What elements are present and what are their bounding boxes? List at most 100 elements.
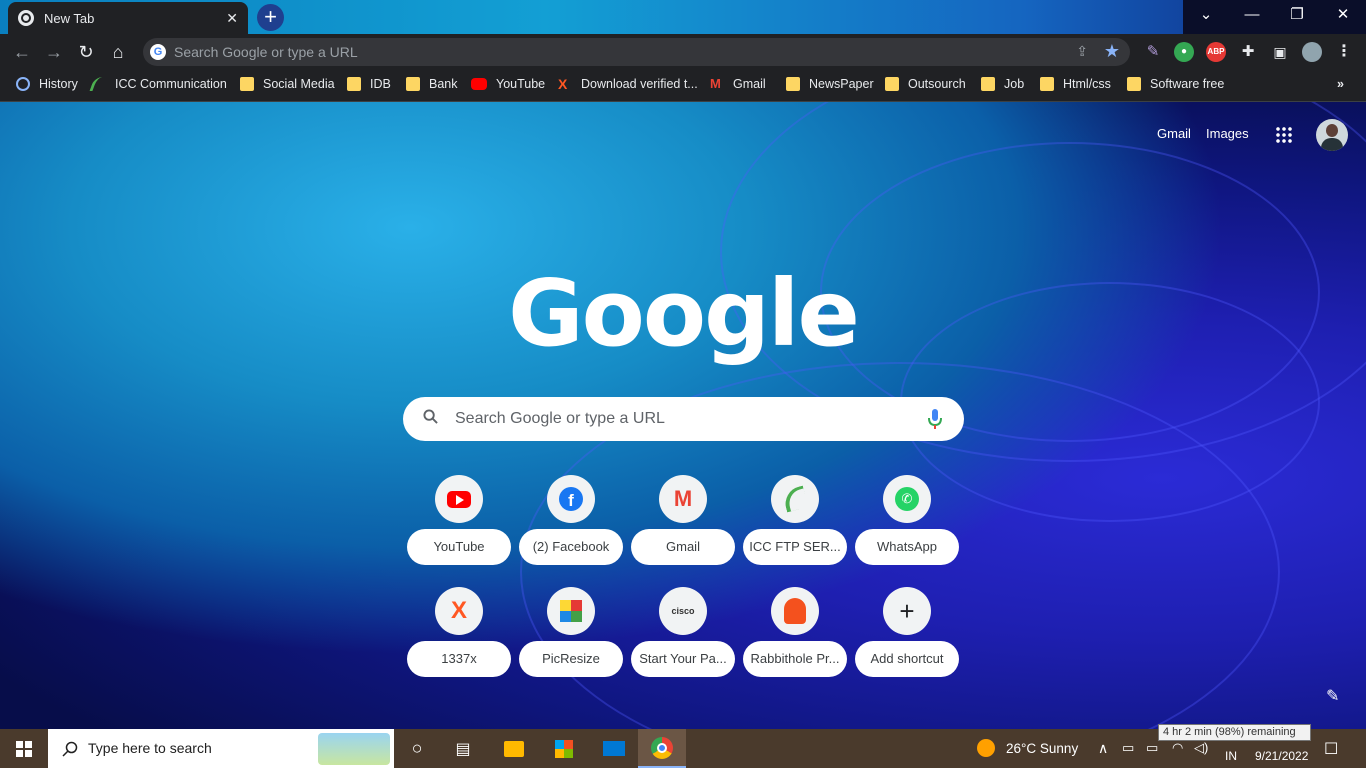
mail-icon[interactable]	[597, 729, 631, 768]
restore-button[interactable]: ❐	[1274, 0, 1320, 30]
notification-icon[interactable]: ☐	[1324, 739, 1338, 759]
extensions-puzzle-icon[interactable]: ✚	[1238, 42, 1258, 62]
bookmark-youtube[interactable]: YouTube	[471, 77, 545, 91]
ntp-search-placeholder: Search Google or type a URL	[455, 410, 665, 427]
plus-icon: +	[883, 587, 931, 635]
search-icon	[423, 409, 438, 424]
bookmark-label: IDB	[370, 77, 391, 91]
microphone-icon[interactable]	[928, 408, 942, 430]
images-link[interactable]: Images	[1206, 126, 1249, 141]
gmail-link[interactable]: Gmail	[1157, 126, 1191, 141]
close-tab-icon[interactable]: ✕	[226, 10, 238, 27]
address-bar-placeholder: Search Google or type a URL	[174, 44, 358, 60]
cortana-icon[interactable]: ○	[400, 729, 434, 768]
ntp-search-box[interactable]: Search Google or type a URL	[403, 397, 964, 441]
chrome-menu-icon[interactable]: ⋮	[1334, 42, 1354, 62]
wifi-icon[interactable]: ◠	[1172, 740, 1183, 756]
folder-icon	[885, 77, 899, 91]
clock-date[interactable]: 9/21/2022	[1255, 749, 1308, 763]
bookmark-download-verified[interactable]: X Download verified t...	[558, 77, 698, 91]
bookmark-label: Gmail	[733, 77, 766, 91]
back-button[interactable]: ←	[10, 40, 34, 64]
chrome-taskbar-icon[interactable]	[638, 729, 686, 768]
profile-avatar[interactable]	[1302, 42, 1322, 62]
picresize-icon	[547, 587, 595, 635]
home-button[interactable]: ⌂	[106, 40, 130, 64]
share-icon[interactable]: ⇪	[1076, 43, 1088, 60]
globe-extension-icon[interactable]: ●	[1174, 42, 1194, 62]
bookmark-software-free[interactable]: Software free	[1127, 77, 1224, 91]
bookmark-icc-communication[interactable]: ICC Communication	[89, 77, 227, 91]
icc-icon	[771, 475, 819, 523]
input-language[interactable]: IN	[1225, 749, 1237, 763]
bookmark-outsourch[interactable]: Outsourch	[885, 77, 966, 91]
search-icon	[62, 741, 78, 757]
bookmark-label: Social Media	[263, 77, 335, 91]
minimize-button[interactable]: —	[1229, 0, 1275, 30]
adblock-plus-icon[interactable]: ABP	[1206, 42, 1226, 62]
tray-chevron-up-icon[interactable]: ∧	[1098, 740, 1108, 757]
whatsapp-icon: ✆	[883, 475, 931, 523]
battery-icon[interactable]: ▭	[1146, 740, 1158, 756]
bookmark-job[interactable]: Job	[981, 77, 1024, 91]
address-bar[interactable]: G Search Google or type a URL ⇪ ★	[143, 38, 1130, 66]
icc-icon	[89, 77, 109, 91]
more-bookmarks-chevron-icon[interactable]: »	[1337, 77, 1344, 91]
side-panel-icon[interactable]: ▣	[1270, 42, 1290, 62]
feather-extension-icon[interactable]: ✎	[1143, 42, 1163, 62]
forward-button[interactable]: →	[42, 40, 66, 64]
bookmark-history[interactable]: History	[16, 77, 78, 91]
shortcut-label: Rabbithole Pr...	[743, 641, 847, 677]
bookmark-label: Job	[1004, 77, 1025, 91]
weather-text[interactable]: 26°C Sunny	[1006, 741, 1078, 756]
folder-icon	[406, 77, 420, 91]
bookmark-label: Download verified t...	[581, 77, 698, 91]
meet-now-icon[interactable]: ▭	[1122, 740, 1134, 756]
x-icon: X	[435, 587, 483, 635]
close-window-button[interactable]: ✕	[1320, 0, 1366, 30]
taskbar-search-placeholder: Type here to search	[88, 740, 212, 756]
shortcut-label: Gmail	[631, 529, 735, 565]
folder-icon	[981, 77, 995, 91]
task-view-icon[interactable]: ▤	[446, 729, 480, 768]
file-explorer-icon[interactable]	[497, 729, 531, 768]
search-highlight-image	[318, 733, 390, 765]
tab-title: New Tab	[44, 10, 95, 26]
shortcut-label: 1337x	[407, 641, 511, 677]
bookmark-idb[interactable]: IDB	[347, 77, 391, 91]
bookmark-label: Html/css	[1063, 77, 1111, 91]
new-tab-button[interactable]: +	[257, 4, 284, 31]
new-tab-page: Gmail Images Google Search Google or typ…	[0, 102, 1366, 729]
bookmark-gmail[interactable]: M Gmail	[710, 77, 766, 92]
battery-tooltip: 4 hr 2 min (98%) remaining	[1158, 724, 1311, 741]
cisco-icon: cisco	[659, 587, 707, 635]
folder-icon	[786, 77, 800, 91]
weather-sun-icon[interactable]	[977, 739, 995, 757]
bookmark-label: Software free	[1150, 77, 1225, 91]
bookmark-newspaper[interactable]: NewsPaper	[786, 77, 874, 91]
gmail-icon: M	[659, 475, 707, 523]
shortcut-label: Start Your Pa...	[631, 641, 735, 677]
bookmark-html-css[interactable]: Html/css	[1040, 77, 1111, 91]
reload-button[interactable]: ↻	[74, 40, 98, 64]
customize-pencil-icon[interactable]: ✎	[1326, 686, 1339, 706]
bookmark-star-icon[interactable]: ★	[1104, 41, 1120, 62]
history-icon	[16, 77, 30, 91]
volume-icon[interactable]: ◁)	[1194, 740, 1208, 756]
windows-start-icon[interactable]	[0, 729, 48, 768]
bookmark-social-media[interactable]: Social Media	[240, 77, 335, 91]
tab-new-tab[interactable]: New Tab ✕	[8, 2, 248, 34]
shortcut-label: WhatsApp	[855, 529, 959, 565]
shortcut-label: YouTube	[407, 529, 511, 565]
taskbar-search-box[interactable]: Type here to search	[48, 729, 394, 768]
bookmark-label: YouTube	[496, 77, 546, 91]
tab-search-chevron-icon[interactable]: ⌄	[1183, 0, 1229, 30]
microsoft-store-icon[interactable]	[547, 729, 581, 768]
google-apps-icon[interactable]	[1275, 126, 1293, 144]
bookmarks-bar: History ICC Communication Social Media I…	[0, 70, 1366, 102]
folder-icon	[1040, 77, 1054, 91]
youtube-icon	[435, 475, 483, 523]
bookmark-bank[interactable]: Bank	[406, 77, 458, 91]
window-controls: ⌄ — ❐ ✕	[1183, 0, 1366, 34]
account-avatar[interactable]	[1316, 119, 1348, 151]
